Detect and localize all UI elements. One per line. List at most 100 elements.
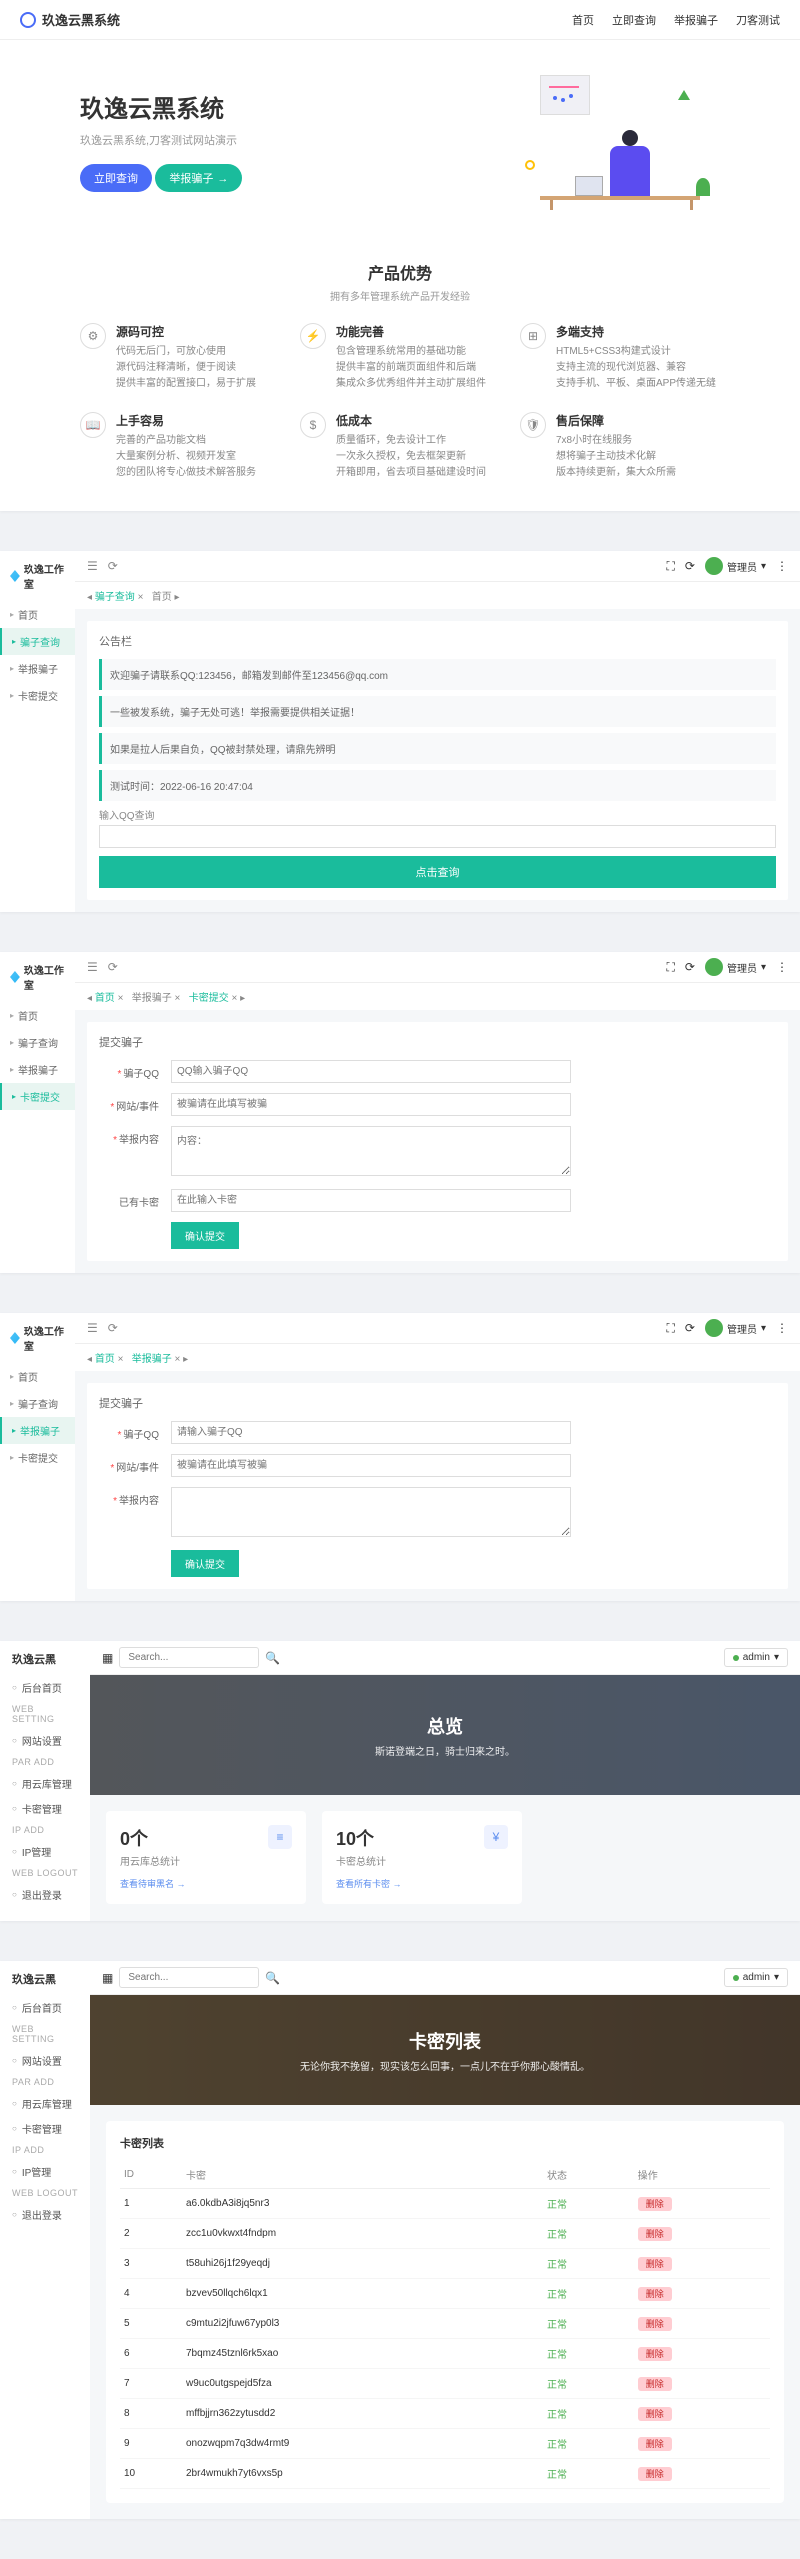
menu-report[interactable]: 举报骗子 — [0, 655, 75, 682]
hero-query-button[interactable]: 立即查询 — [80, 164, 152, 192]
search-icon[interactable]: 🔍 — [265, 1971, 280, 1985]
feature-desc: HTML5+CSS3构建式设计支持主流的现代浏览器、兼容支持手机、平板、桌面AP… — [556, 344, 716, 392]
nav-test[interactable]: 刀客测试 — [736, 12, 780, 28]
hero-report-button[interactable]: 举报骗子 — [155, 164, 242, 192]
cell-key: a6.0kdbA3i8jq5nr3 — [182, 2189, 543, 2219]
user-menu[interactable]: 管理员 ▾ — [705, 557, 766, 575]
nav-home[interactable]: 首页 — [572, 12, 594, 28]
delete-button[interactable]: 删除 — [638, 2377, 672, 2391]
advantages-subtitle: 拥有多年管理系统产品开发经验 — [40, 288, 760, 303]
qq-query-input[interactable] — [99, 825, 776, 848]
more-icon[interactable]: ⋮ — [776, 559, 788, 573]
delete-button[interactable]: 删除 — [638, 2257, 672, 2271]
admin-menu-item[interactable]: IP管理 — [0, 2159, 90, 2184]
admin-menu-item[interactable]: 用云库管理 — [0, 2091, 90, 2116]
menu-query[interactable]: 骗子查询 — [0, 628, 75, 655]
hero-title: 玖逸云黑系统 — [80, 89, 242, 124]
admin-menu-item[interactable]: 后台首页 — [0, 1995, 90, 2020]
admin-menu-item[interactable]: 退出登录 — [0, 2202, 90, 2227]
menu-home[interactable]: 首页 — [0, 1002, 75, 1029]
menu-toggle-icon[interactable]: ☰ — [87, 559, 98, 573]
fullscreen-icon[interactable]: ⛶ — [667, 960, 675, 975]
refresh-icon[interactable]: ⟳ — [108, 960, 118, 974]
menu-card[interactable]: 卡密提交 — [0, 682, 75, 709]
admin-menu-item[interactable]: 用云库管理 — [0, 1771, 90, 1796]
user-menu[interactable]: 管理员 ▾ — [705, 1319, 766, 1337]
more-icon[interactable]: ⋮ — [776, 960, 788, 974]
card-link[interactable]: 查看待审黑名 → — [120, 1879, 186, 1889]
table-header: 卡密 — [182, 2161, 543, 2189]
panel-title: 提交骗子 — [99, 1395, 776, 1411]
fullscreen-icon[interactable]: ⛶ — [667, 1321, 675, 1336]
delete-button[interactable]: 删除 — [638, 2317, 672, 2331]
admin-menu-item[interactable]: IP管理 — [0, 1839, 90, 1864]
more-icon[interactable]: ⋮ — [776, 1321, 788, 1335]
menu-toggle-icon[interactable]: ☰ — [87, 1321, 98, 1335]
cell-id: 7 — [120, 2369, 182, 2399]
table-row: 5c9mtu2i2jfuw67yp0l3正常删除 — [120, 2309, 770, 2339]
table-row: 8mffbjjrn362zytusdd2正常删除 — [120, 2399, 770, 2429]
menu-query[interactable]: 骗子查询 — [0, 1029, 75, 1056]
cell-status: 正常 — [543, 2249, 634, 2279]
form-textarea[interactable] — [171, 1126, 571, 1176]
delete-button[interactable]: 删除 — [638, 2197, 672, 2211]
menu-toggle-icon[interactable]: ▦ — [102, 1651, 113, 1665]
form-input[interactable] — [171, 1189, 571, 1212]
admin-menu-item[interactable]: 卡密管理 — [0, 1796, 90, 1821]
form-input[interactable] — [171, 1421, 571, 1444]
admin-menu-item[interactable]: 卡密管理 — [0, 2116, 90, 2141]
admin-menu-item[interactable]: 网站设置 — [0, 2048, 90, 2073]
submit-button[interactable]: 确认提交 — [171, 1550, 239, 1577]
feature-icon: 📖 — [80, 412, 106, 438]
menu-card[interactable]: 卡密提交 — [0, 1444, 75, 1471]
admin-user-menu[interactable]: admin ▾ — [724, 1648, 788, 1667]
submit-button[interactable]: 确认提交 — [171, 1222, 239, 1249]
hero-subtitle: 玖逸云黑系统,刀客测试网站演示 — [80, 132, 242, 148]
delete-button[interactable]: 删除 — [638, 2347, 672, 2361]
admin-menu-item[interactable]: 后台首页 — [0, 1675, 90, 1700]
feature-desc: 质量循环，免去设计工作一次永久授权，免去框架更新开箱即用，省去项目基础建设时间 — [336, 433, 486, 481]
user-menu[interactable]: 管理员 ▾ — [705, 958, 766, 976]
form-textarea[interactable] — [171, 1487, 571, 1537]
feature-title: 售后保障 — [556, 412, 676, 429]
delete-button[interactable]: 删除 — [638, 2407, 672, 2421]
menu-query[interactable]: 骗子查询 — [0, 1390, 75, 1417]
search-icon[interactable]: 🔍 — [265, 1651, 280, 1665]
fullscreen-icon[interactable]: ⛶ — [667, 559, 675, 574]
menu-report[interactable]: 举报骗子 — [0, 1056, 75, 1083]
delete-button[interactable]: 删除 — [638, 2437, 672, 2451]
hero-subtitle: 斯诺登端之日，骑士归来之时。 — [375, 1743, 515, 1758]
query-button[interactable]: 点击查询 — [99, 856, 776, 888]
cell-key: bzvev50llqch6lqx1 — [182, 2279, 543, 2309]
menu-toggle-icon[interactable]: ☰ — [87, 960, 98, 974]
delete-button[interactable]: 删除 — [638, 2227, 672, 2241]
admin-user-menu[interactable]: admin ▾ — [724, 1968, 788, 1987]
card-link[interactable]: 查看所有卡密 → — [336, 1879, 402, 1889]
menu-home[interactable]: 首页 — [0, 1363, 75, 1390]
menu-section-label: WEB SETTING — [0, 2020, 90, 2048]
form-input[interactable] — [171, 1454, 571, 1477]
refresh-icon[interactable]: ⟳ — [685, 960, 695, 974]
search-input[interactable] — [119, 1967, 259, 1988]
form-input[interactable] — [171, 1093, 571, 1116]
admin-menu-item[interactable]: 网站设置 — [0, 1728, 90, 1753]
refresh-icon[interactable]: ⟳ — [108, 1321, 118, 1335]
admin-menu-item[interactable]: 退出登录 — [0, 1882, 90, 1907]
nav-query[interactable]: 立即查询 — [612, 12, 656, 28]
menu-home[interactable]: 首页 — [0, 601, 75, 628]
cell-id: 6 — [120, 2339, 182, 2369]
menu-toggle-icon[interactable]: ▦ — [102, 1971, 113, 1985]
card-number: 10个 — [336, 1825, 508, 1851]
form-input[interactable] — [171, 1060, 571, 1083]
delete-button[interactable]: 删除 — [638, 2287, 672, 2301]
search-input[interactable] — [119, 1647, 259, 1668]
menu-card[interactable]: 卡密提交 — [0, 1083, 75, 1110]
nav-report[interactable]: 举报骗子 — [674, 12, 718, 28]
menu-section-label: WEB LOGOUT — [0, 1864, 90, 1882]
menu-report[interactable]: 举报骗子 — [0, 1417, 75, 1444]
refresh-icon[interactable]: ⟳ — [685, 559, 695, 573]
refresh-icon[interactable]: ⟳ — [685, 1321, 695, 1335]
feature-icon: ⚡ — [300, 323, 326, 349]
delete-button[interactable]: 删除 — [638, 2467, 672, 2481]
refresh-icon[interactable]: ⟳ — [108, 559, 118, 573]
